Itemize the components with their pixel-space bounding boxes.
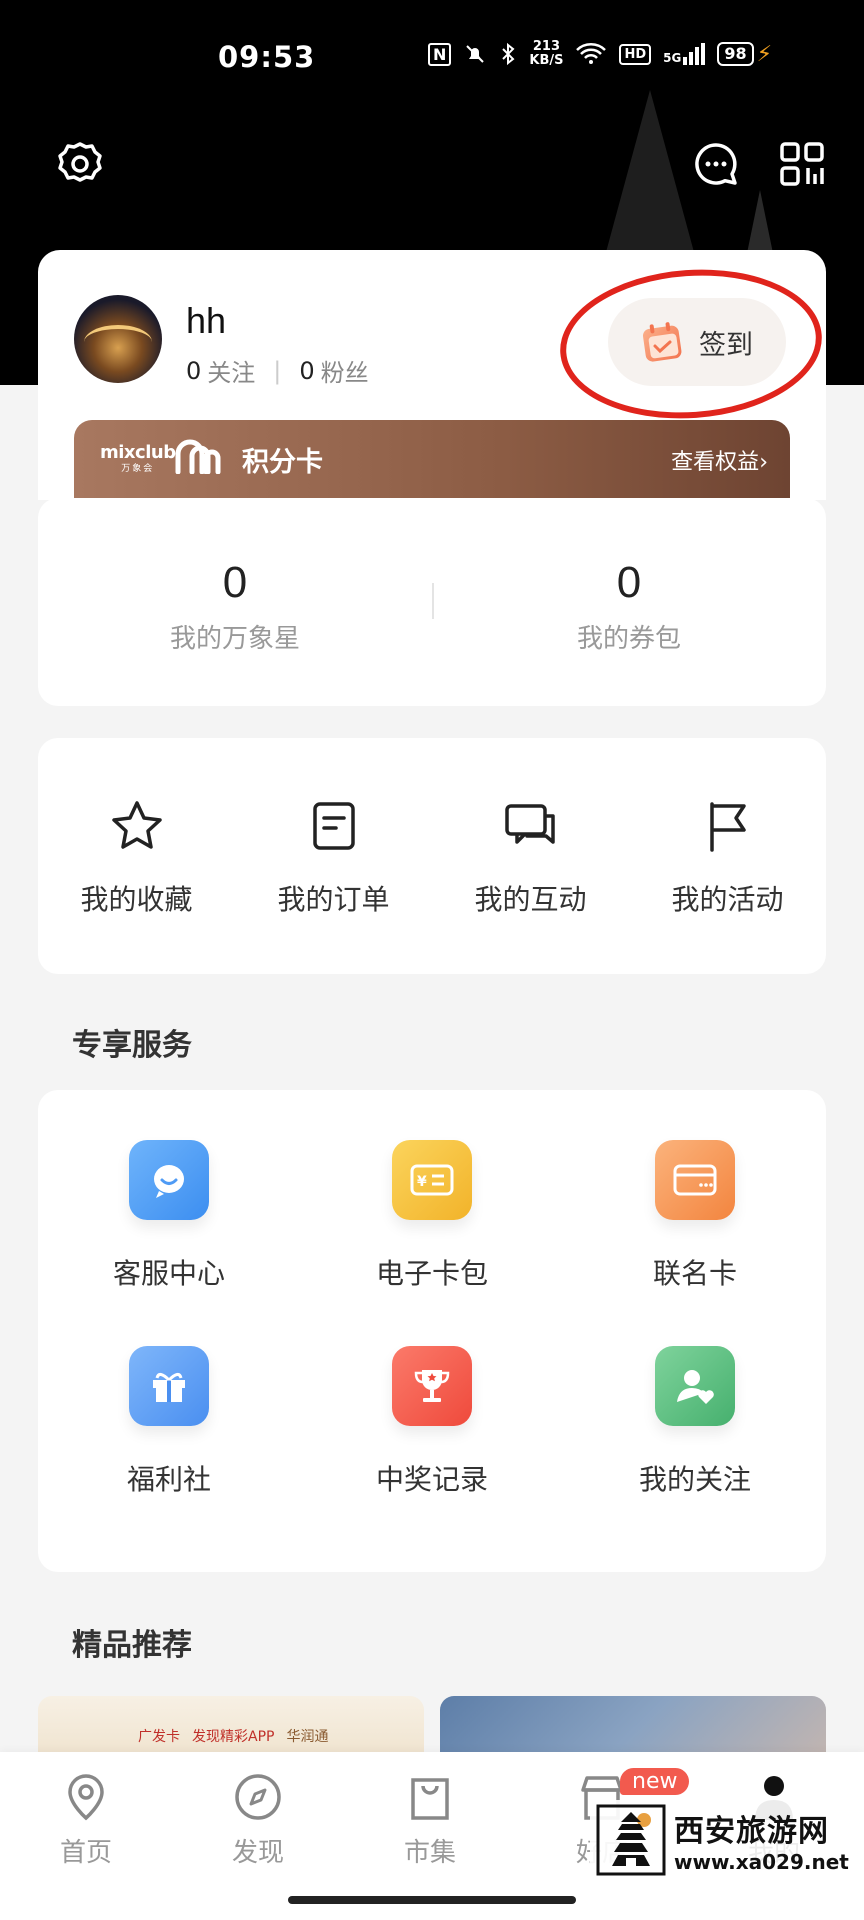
stat-value: 0 xyxy=(616,558,642,607)
mixclub-logo: mixclub 万象会 xyxy=(100,442,176,474)
followers-label[interactable]: 粉丝 xyxy=(321,353,369,388)
brand-text: 华润通 xyxy=(286,1729,329,1745)
tab-home[interactable]: 首页 xyxy=(0,1772,172,1869)
signal-icon: 5G xyxy=(663,43,706,65)
stat-value: 0 xyxy=(222,558,248,607)
section-title-recommend: 精品推荐 xyxy=(72,1628,192,1663)
wifi-icon xyxy=(576,43,607,64)
action-label: 我的互动 xyxy=(474,883,587,916)
points-card-title: 积分卡 xyxy=(242,447,323,478)
view-benefits-link[interactable]: 查看权益› xyxy=(671,444,768,476)
trophy-icon xyxy=(392,1346,472,1426)
action-activities[interactable]: 我的活动 xyxy=(629,798,826,918)
service-label: 联名卡 xyxy=(652,1257,737,1290)
network-speed: 213 KB/S xyxy=(529,40,563,68)
new-badge: new xyxy=(620,1768,690,1795)
section-title-services: 专享服务 xyxy=(72,1028,192,1063)
points-card[interactable]: mixclub 万象会 积分卡 查看权益› xyxy=(74,420,790,500)
svg-text:¥: ¥ xyxy=(417,1174,427,1190)
stats-card: 0 我的万象星 0 我的券包 xyxy=(38,498,826,706)
star-icon xyxy=(111,801,162,849)
compass-icon xyxy=(235,1774,281,1820)
status-icons: N 213 KB/S HD 5G 98 ⚡ xyxy=(428,40,772,68)
tab-label: 发现 xyxy=(231,1838,284,1868)
service-label: 中奖记录 xyxy=(375,1463,488,1496)
service-label: 我的关注 xyxy=(638,1463,751,1496)
signal-label: 5G xyxy=(663,51,682,65)
watermark-url: www.xa029.net xyxy=(674,1850,849,1874)
following-label[interactable]: 关注 xyxy=(207,353,255,388)
credit-card-icon xyxy=(655,1140,735,1220)
follow-stats: 0 关注 | 0 粉丝 xyxy=(186,353,369,388)
action-orders[interactable]: 我的订单 xyxy=(235,798,432,918)
service-label: 福利社 xyxy=(126,1463,211,1496)
following-count[interactable]: 0 xyxy=(186,357,201,385)
tab-label: 首页 xyxy=(59,1838,112,1868)
brand-text: 广发卡 xyxy=(138,1729,180,1745)
service-welfare[interactable]: 福利社 xyxy=(38,1346,300,1498)
bell-muted-icon xyxy=(466,45,485,63)
nfc-icon: N xyxy=(428,42,452,66)
customer-service-icon xyxy=(129,1140,209,1220)
qr-scan-button[interactable] xyxy=(778,140,826,188)
stat-stars[interactable]: 0 我的万象星 xyxy=(38,558,432,655)
speed-value: 213 xyxy=(532,39,560,54)
username[interactable]: hh xyxy=(186,300,226,342)
view-benefits-label: 查看权益 xyxy=(671,450,760,475)
followers-count[interactable]: 0 xyxy=(299,357,314,385)
home-indicator xyxy=(288,1896,576,1904)
chat-bubble-icon xyxy=(695,143,737,185)
message-button[interactable] xyxy=(692,140,740,188)
chevron-right-icon: › xyxy=(759,450,768,475)
service-customer-center[interactable]: 客服中心 xyxy=(38,1140,300,1292)
divider: | xyxy=(273,356,282,385)
chat-icon xyxy=(504,804,555,844)
service-e-card[interactable]: ¥ 电子卡包 xyxy=(301,1140,563,1292)
service-label: 电子卡包 xyxy=(375,1257,488,1290)
status-time: 09:53 xyxy=(218,40,316,74)
charging-bolt-icon: ⚡ xyxy=(756,41,773,67)
bluetooth-icon xyxy=(502,42,515,66)
e-card-icon: ¥ xyxy=(392,1140,472,1220)
action-label: 我的订单 xyxy=(277,883,390,916)
battery-indicator: 98 ⚡ xyxy=(717,42,772,67)
tab-market[interactable]: 市集 xyxy=(344,1772,516,1869)
action-label: 我的收藏 xyxy=(80,883,193,916)
watermark: 西安旅游网 www.xa029.net xyxy=(590,1800,860,1880)
hd-badge: HD xyxy=(619,43,652,65)
speed-unit: KB/S xyxy=(529,53,564,68)
stat-label: 我的万象星 xyxy=(169,624,300,654)
quick-actions-card: 我的收藏 我的订单 我的互动 我的活动 xyxy=(38,738,826,974)
stat-label: 我的券包 xyxy=(576,624,681,654)
qr-scan-icon xyxy=(780,142,824,186)
flag-icon xyxy=(709,802,746,852)
action-interactions[interactable]: 我的互动 xyxy=(432,798,629,918)
service-label: 客服中心 xyxy=(112,1257,225,1290)
location-pin-icon xyxy=(68,1774,104,1821)
order-list-icon xyxy=(312,802,355,850)
shopping-bag-icon xyxy=(411,1778,449,1820)
mixclub-mark-icon xyxy=(175,439,221,474)
recommend-card-brands: 广发卡 发现精彩APP 华润通 xyxy=(138,1726,328,1746)
pagoda-logo-icon xyxy=(596,1804,666,1876)
service-my-follows[interactable]: 我的关注 xyxy=(564,1346,826,1498)
services-card: 客服中心 ¥ 电子卡包 联名卡 福利社 中奖记录 我的关注 xyxy=(38,1090,826,1572)
settings-button[interactable] xyxy=(56,140,104,188)
action-favorites[interactable]: 我的收藏 xyxy=(38,798,235,918)
gift-icon xyxy=(129,1346,209,1426)
tab-discover[interactable]: 发现 xyxy=(172,1772,344,1869)
action-label: 我的活动 xyxy=(671,883,784,916)
service-cobrand-card[interactable]: 联名卡 xyxy=(564,1140,826,1292)
status-bar: 09:53 N 213 KB/S HD 5G 98 ⚡ xyxy=(0,30,864,85)
user-heart-icon xyxy=(655,1346,735,1426)
service-prize-record[interactable]: 中奖记录 xyxy=(301,1346,563,1498)
brand-text: 发现精彩APP xyxy=(192,1729,275,1745)
avatar[interactable] xyxy=(74,295,162,383)
stat-coupons[interactable]: 0 我的券包 xyxy=(432,558,826,655)
tab-label: 市集 xyxy=(403,1838,456,1868)
battery-level: 98 xyxy=(717,42,754,66)
gear-icon xyxy=(58,142,102,182)
watermark-title: 西安旅游网 xyxy=(674,1814,829,1849)
